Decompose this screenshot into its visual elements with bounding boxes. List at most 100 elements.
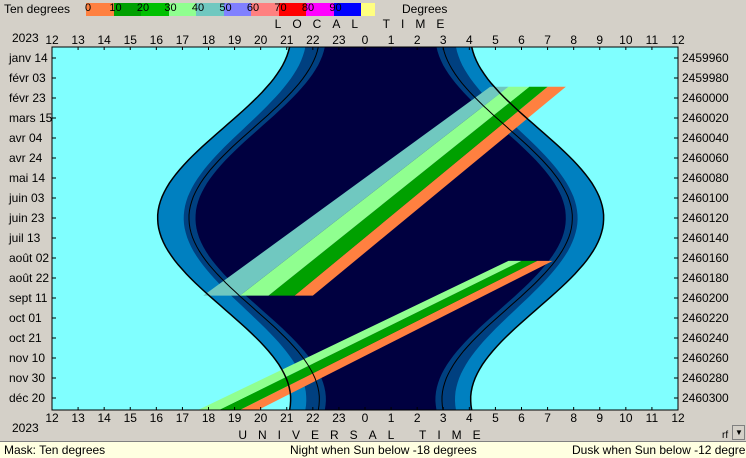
x-tick-bottom: 19 bbox=[228, 411, 242, 425]
legend-swatch bbox=[361, 3, 375, 16]
x-tick-bottom: 22 bbox=[306, 411, 320, 425]
x-tick-top: 23 bbox=[332, 33, 346, 47]
x-tick-bottom: 20 bbox=[254, 411, 268, 425]
x-tick-top: 11 bbox=[646, 33, 659, 47]
y-jd-label: 2460220 bbox=[682, 311, 729, 325]
scroll-down-button[interactable]: ▼ bbox=[732, 425, 745, 440]
bottom-axis-title: UNIVERSAL TIME bbox=[238, 428, 491, 441]
y-date-label: avr 24 bbox=[9, 151, 43, 165]
corner-mark: rf bbox=[722, 430, 728, 441]
x-tick-bottom: 0 bbox=[362, 411, 369, 425]
y-jd-label: 2460240 bbox=[682, 331, 729, 345]
y-date-label: févr 23 bbox=[9, 91, 46, 105]
x-tick-top: 12 bbox=[45, 33, 59, 47]
y-jd-label: 2460080 bbox=[682, 171, 729, 185]
chevron-down-icon: ▼ bbox=[735, 428, 743, 437]
y-date-label: déc 20 bbox=[9, 391, 45, 405]
y-jd-label: 2460260 bbox=[682, 351, 729, 365]
x-tick-top: 17 bbox=[176, 33, 190, 47]
x-tick-top: 7 bbox=[544, 33, 551, 47]
x-tick-bottom: 10 bbox=[619, 411, 633, 425]
color-legend: Ten degrees 0 10 20 30 40 50 60 70 80 90 Degrees bbox=[0, 0, 746, 18]
x-tick-top: 2 bbox=[414, 33, 421, 47]
x-tick-bottom: 12 bbox=[671, 411, 685, 425]
y-jd-label: 2460280 bbox=[682, 371, 729, 385]
y-date-label: juil 13 bbox=[8, 231, 41, 245]
y-date-label: mars 15 bbox=[9, 111, 53, 125]
legend-swatch-label: 40 bbox=[191, 2, 205, 14]
x-tick-top: 22 bbox=[306, 33, 320, 47]
x-tick-top: 20 bbox=[254, 33, 268, 47]
x-tick-bottom: 12 bbox=[45, 411, 59, 425]
y-jd-label: 2460300 bbox=[682, 391, 729, 405]
x-tick-bottom: 21 bbox=[280, 411, 294, 425]
x-tick-bottom: 6 bbox=[518, 411, 525, 425]
y-date-label: août 02 bbox=[9, 251, 49, 265]
x-tick-top: 10 bbox=[619, 33, 633, 47]
x-tick-top: 13 bbox=[71, 33, 85, 47]
y-jd-label: 2460200 bbox=[682, 291, 729, 305]
x-tick-top: 12 bbox=[671, 33, 685, 47]
x-tick-top: 0 bbox=[362, 33, 369, 47]
y-jd-label: 2459960 bbox=[682, 51, 729, 65]
x-tick-bottom: 23 bbox=[332, 411, 346, 425]
x-tick-bottom: 15 bbox=[124, 411, 138, 425]
y-date-label: janv 14 bbox=[8, 51, 48, 65]
x-tick-bottom: 8 bbox=[570, 411, 577, 425]
legend-swatch-label: 60 bbox=[246, 2, 260, 14]
legend-swatch-label: 70 bbox=[274, 2, 287, 14]
y-jd-label: 2460160 bbox=[682, 251, 729, 265]
x-tick-bottom: 17 bbox=[176, 411, 190, 425]
legend-title: Ten degrees bbox=[4, 2, 71, 16]
x-tick-top: 1 bbox=[388, 33, 395, 47]
y-jd-label: 2460180 bbox=[682, 271, 729, 285]
legend-swatch-label: 80 bbox=[301, 2, 315, 14]
legend-swatch-label: 20 bbox=[136, 2, 150, 14]
legend-unit: Degrees bbox=[402, 2, 448, 16]
x-tick-top: 14 bbox=[97, 33, 111, 47]
y-jd-label: 2459980 bbox=[682, 71, 729, 85]
legend-swatch-label: 90 bbox=[329, 2, 342, 14]
y-date-label: févr 03 bbox=[9, 71, 46, 85]
x-tick-top: 18 bbox=[202, 33, 216, 47]
y-jd-label: 2460060 bbox=[682, 151, 729, 165]
x-tick-bottom: 11 bbox=[646, 411, 659, 425]
x-tick-top: 5 bbox=[492, 33, 499, 47]
y-jd-label: 2460100 bbox=[682, 191, 729, 205]
y-date-label: mai 14 bbox=[9, 171, 45, 185]
x-tick-bottom: 1 bbox=[388, 411, 395, 425]
y-jd-label: 2460020 bbox=[682, 111, 729, 125]
x-tick-bottom: 7 bbox=[544, 411, 551, 425]
x-tick-bottom: 5 bbox=[492, 411, 499, 425]
x-tick-bottom: 3 bbox=[440, 411, 447, 425]
top-axis-title: LOCAL TIME bbox=[275, 18, 456, 31]
x-tick-top: 19 bbox=[228, 33, 242, 47]
x-tick-top: 3 bbox=[440, 33, 447, 47]
year-label-bottom: 2023 bbox=[12, 421, 39, 435]
y-date-label: oct 01 bbox=[9, 311, 42, 325]
x-tick-top: 16 bbox=[150, 33, 164, 47]
y-jd-label: 2460140 bbox=[682, 231, 729, 245]
x-tick-top: 8 bbox=[570, 33, 577, 47]
y-jd-label: 2460120 bbox=[682, 211, 729, 225]
y-date-label: nov 30 bbox=[9, 371, 45, 385]
x-tick-bottom: 13 bbox=[71, 411, 85, 425]
x-tick-top: 6 bbox=[518, 33, 525, 47]
legend-swatch-label: 30 bbox=[164, 2, 177, 14]
x-tick-top: 21 bbox=[280, 33, 294, 47]
status-mask: Mask: Ten degrees bbox=[4, 443, 106, 457]
y-jd-label: 2460040 bbox=[682, 131, 729, 145]
status-night: Night when Sun below -18 degrees bbox=[290, 443, 477, 457]
year-label-top: 2023 bbox=[12, 31, 39, 45]
status-dusk: Dusk when Sun below -12 degrees bbox=[572, 443, 746, 457]
y-date-label: avr 04 bbox=[9, 131, 43, 145]
y-date-label: oct 21 bbox=[9, 331, 42, 345]
status-bar: Mask: Ten degrees Night when Sun below -… bbox=[0, 441, 746, 458]
x-tick-bottom: 18 bbox=[202, 411, 216, 425]
x-tick-bottom: 2 bbox=[414, 411, 421, 425]
x-tick-bottom: 14 bbox=[97, 411, 111, 425]
x-tick-bottom: 4 bbox=[466, 411, 473, 425]
legend-swatch-label: 10 bbox=[109, 2, 122, 14]
x-tick-top: 4 bbox=[466, 33, 473, 47]
y-jd-label: 2460000 bbox=[682, 91, 729, 105]
